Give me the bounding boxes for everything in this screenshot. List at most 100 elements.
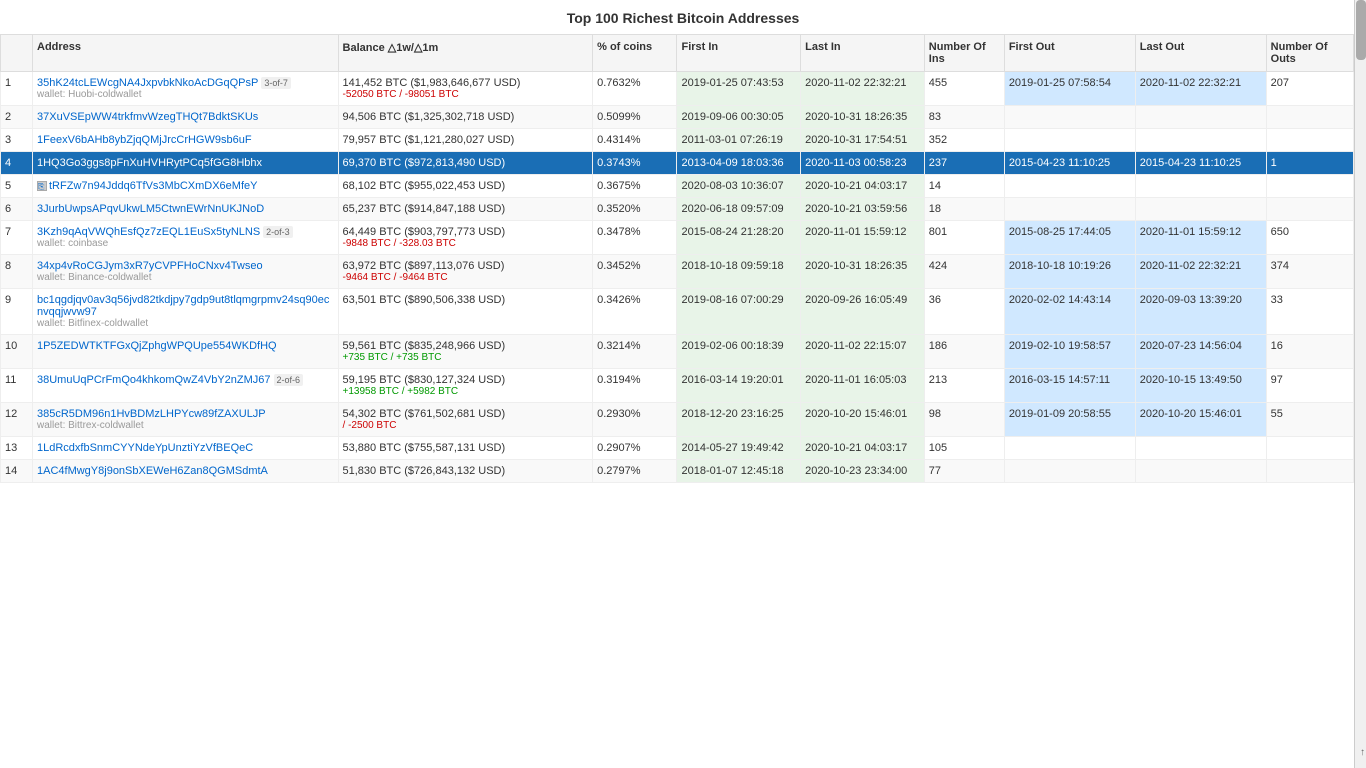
wallet-label: wallet: Huobi-coldwallet xyxy=(37,89,334,100)
address-link[interactable]: 1LdRcdxfbSnmCYYNdeYpUnztiYzVfBEQeC xyxy=(37,442,253,454)
row-address[interactable]: 1HQ3Go3ggs8pFnXuHVHRytPCq5fGG8Hbhx xyxy=(33,152,339,175)
row-address[interactable]: ⎘tRFZw7n94Jddq6TfVs3MbCXmDX6eMfeY xyxy=(33,175,339,198)
address-link[interactable]: 385cR5DM96n1HvBDMzLHPYcw89fZAXULJP xyxy=(37,408,266,420)
table-row: 1138UmuUqPCrFmQo4khkomQwZ4VbY2nZMJ672-of… xyxy=(1,369,1354,403)
row-address[interactable]: bc1qgdjqv0av3q56jvd82tkdjpy7gdp9ut8tlqmg… xyxy=(33,289,339,335)
row-pct: 0.5099% xyxy=(593,106,677,129)
row-numouts: 33 xyxy=(1266,289,1353,335)
row-numouts: 650 xyxy=(1266,221,1353,255)
row-numins: 352 xyxy=(924,129,1004,152)
row-address[interactable]: 38UmuUqPCrFmQo4khkomQwZ4VbY2nZMJ672-of-6 xyxy=(33,369,339,403)
address-link[interactable]: 35hK24tcLEWcgNA4JxpvbkNkoAcDGqQPsP3-of-7 xyxy=(37,77,291,89)
row-pct: 0.2797% xyxy=(593,460,677,483)
balance-main: 63,972 BTC ($897,113,076 USD) xyxy=(343,260,589,272)
row-numouts: 97 xyxy=(1266,369,1353,403)
row-firstout xyxy=(1004,437,1135,460)
address-link[interactable]: bc1qgdjqv0av3q56jvd82tkdjpy7gdp9ut8tlqmg… xyxy=(37,294,329,318)
row-firstout: 2019-01-09 20:58:55 xyxy=(1004,403,1135,437)
balance-main: 141,452 BTC ($1,983,646,677 USD) xyxy=(343,77,589,89)
row-address[interactable]: 35hK24tcLEWcgNA4JxpvbkNkoAcDGqQPsP3-of-7… xyxy=(33,72,339,106)
row-numins: 36 xyxy=(924,289,1004,335)
address-link[interactable]: 1P5ZEDWTKTFGxQjZphgWPQUpe554WKDfHQ xyxy=(37,340,277,352)
col-header-numins: Number Of Ins xyxy=(924,35,1004,72)
col-header-lastin: Last In xyxy=(801,35,925,72)
row-numouts: 1 xyxy=(1266,152,1353,175)
address-link[interactable]: 1AC4fMwgY8j9onSbXEWeH6Zan8QGMSdmtA xyxy=(37,465,268,477)
row-number: 6 xyxy=(1,198,33,221)
scrollbar-thumb[interactable] xyxy=(1356,0,1366,60)
row-balance: 54,302 BTC ($761,502,681 USD)/ -2500 BTC xyxy=(338,403,593,437)
row-lastout: 2020-11-01 15:59:12 xyxy=(1135,221,1266,255)
row-address[interactable]: 1FeexV6bAHb8ybZjqQMjJrcCrHGW9sb6uF xyxy=(33,129,339,152)
row-firstout: 2015-04-23 11:10:25 xyxy=(1004,152,1135,175)
col-header-address: Address xyxy=(33,35,339,72)
row-balance: 141,452 BTC ($1,983,646,677 USD)-52050 B… xyxy=(338,72,593,106)
address-link[interactable]: 3Kzh9qAqVWQhEsfQz7zEQL1EuSx5tyNLNS2-of-3 xyxy=(37,226,293,238)
row-lastout xyxy=(1135,198,1266,221)
row-firstout xyxy=(1004,198,1135,221)
row-balance: 59,195 BTC ($830,127,324 USD)+13958 BTC … xyxy=(338,369,593,403)
row-lastin: 2020-09-26 16:05:49 xyxy=(801,289,925,335)
row-address[interactable]: 1AC4fMwgY8j9onSbXEWeH6Zan8QGMSdmtA xyxy=(33,460,339,483)
balance-change: +735 BTC / +735 BTC xyxy=(343,352,589,363)
scroll-up-arrow[interactable]: ↑ xyxy=(1360,747,1365,758)
row-firstout: 2015-08-25 17:44:05 xyxy=(1004,221,1135,255)
row-pct: 0.7632% xyxy=(593,72,677,106)
row-numins: 18 xyxy=(924,198,1004,221)
balance-main: 51,830 BTC ($726,843,132 USD) xyxy=(343,465,589,477)
address-link[interactable]: 1FeexV6bAHb8ybZjqQMjJrcCrHGW9sb6uF xyxy=(37,134,252,146)
row-lastout xyxy=(1135,460,1266,483)
row-firstin: 2019-02-06 00:18:39 xyxy=(677,335,801,369)
row-address[interactable]: 385cR5DM96n1HvBDMzLHPYcw89fZAXULJPwallet… xyxy=(33,403,339,437)
balance-main: 64,449 BTC ($903,797,773 USD) xyxy=(343,226,589,238)
address-link[interactable]: 34xp4vRoCGJym3xR7yCVPFHoCNxv4Twseo xyxy=(37,260,263,272)
row-numouts xyxy=(1266,198,1353,221)
address-link[interactable]: 37XuVSEpWW4trkfmvWzegTHQt7BdktSKUs xyxy=(37,111,258,123)
row-pct: 0.3675% xyxy=(593,175,677,198)
row-numouts xyxy=(1266,175,1353,198)
row-lastin: 2020-11-02 22:15:07 xyxy=(801,335,925,369)
row-firstin: 2020-08-03 10:36:07 xyxy=(677,175,801,198)
row-firstin: 2018-10-18 09:59:18 xyxy=(677,255,801,289)
address-link[interactable]: 3JurbUwpsAPqvUkwLM5CtwnEWrNnUKJNoD xyxy=(37,203,264,215)
table-row: 237XuVSEpWW4trkfmvWzegTHQt7BdktSKUs94,50… xyxy=(1,106,1354,129)
row-numins: 14 xyxy=(924,175,1004,198)
address-link[interactable]: 1HQ3Go3ggs8pFnXuHVHRytPCq5fGG8Hbhx xyxy=(37,157,262,169)
row-lastin: 2020-10-20 15:46:01 xyxy=(801,403,925,437)
table-row: 41HQ3Go3ggs8pFnXuHVHRytPCq5fGG8Hbhx69,37… xyxy=(1,152,1354,175)
row-numouts xyxy=(1266,106,1353,129)
row-lastout: 2020-07-23 14:56:04 xyxy=(1135,335,1266,369)
row-lastin: 2020-11-01 16:05:03 xyxy=(801,369,925,403)
row-number: 1 xyxy=(1,72,33,106)
balance-main: 54,302 BTC ($761,502,681 USD) xyxy=(343,408,589,420)
row-numins: 455 xyxy=(924,72,1004,106)
row-number: 9 xyxy=(1,289,33,335)
row-pct: 0.2930% xyxy=(593,403,677,437)
row-lastout: 2020-11-02 22:32:21 xyxy=(1135,255,1266,289)
row-balance: 63,972 BTC ($897,113,076 USD)-9464 BTC /… xyxy=(338,255,593,289)
multisig-badge: 2-of-3 xyxy=(263,226,293,238)
row-number: 8 xyxy=(1,255,33,289)
wallet-label: wallet: Binance-coldwallet xyxy=(37,272,334,283)
row-address[interactable]: 3JurbUwpsAPqvUkwLM5CtwnEWrNnUKJNoD xyxy=(33,198,339,221)
row-address[interactable]: 1LdRcdxfbSnmCYYNdeYpUnztiYzVfBEQeC xyxy=(33,437,339,460)
balance-main: 94,506 BTC ($1,325,302,718 USD) xyxy=(343,111,589,123)
row-firstin: 2013-04-09 18:03:36 xyxy=(677,152,801,175)
row-pct: 0.3194% xyxy=(593,369,677,403)
row-lastout: 2020-10-20 15:46:01 xyxy=(1135,403,1266,437)
row-address[interactable]: 37XuVSEpWW4trkfmvWzegTHQt7BdktSKUs xyxy=(33,106,339,129)
balance-main: 68,102 BTC ($955,022,453 USD) xyxy=(343,180,589,192)
address-link[interactable]: ⎘tRFZw7n94Jddq6TfVs3MbCXmDX6eMfeY xyxy=(37,180,257,192)
table-row: 5⎘tRFZw7n94Jddq6TfVs3MbCXmDX6eMfeY68,102… xyxy=(1,175,1354,198)
row-balance: 68,102 BTC ($955,022,453 USD) xyxy=(338,175,593,198)
row-number: 13 xyxy=(1,437,33,460)
row-address[interactable]: 1P5ZEDWTKTFGxQjZphgWPQUpe554WKDfHQ xyxy=(33,335,339,369)
row-address[interactable]: 3Kzh9qAqVWQhEsfQz7zEQL1EuSx5tyNLNS2-of-3… xyxy=(33,221,339,255)
row-firstin: 2018-01-07 12:45:18 xyxy=(677,460,801,483)
row-pct: 0.3743% xyxy=(593,152,677,175)
col-header-num xyxy=(1,35,33,72)
address-link[interactable]: 38UmuUqPCrFmQo4khkomQwZ4VbY2nZMJ672-of-6 xyxy=(37,374,303,386)
copy-icon: ⎘ xyxy=(37,181,47,191)
row-address[interactable]: 34xp4vRoCGJym3xR7yCVPFHoCNxv4Twseowallet… xyxy=(33,255,339,289)
table-row: 9bc1qgdjqv0av3q56jvd82tkdjpy7gdp9ut8tlqm… xyxy=(1,289,1354,335)
